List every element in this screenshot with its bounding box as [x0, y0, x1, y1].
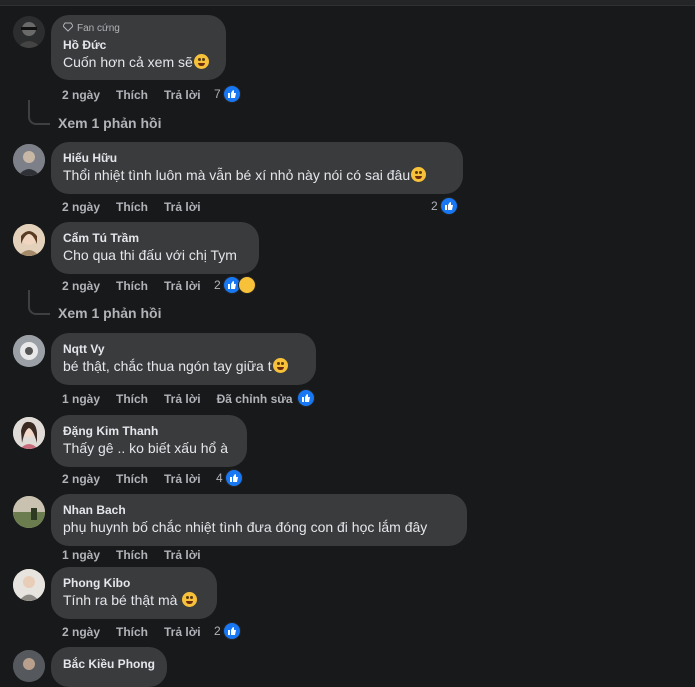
like-button[interactable]: Thích [116, 625, 148, 639]
comment-author[interactable]: Hiếu Hữu [63, 150, 451, 166]
avatar[interactable] [13, 417, 45, 449]
like-button[interactable]: Thích [116, 548, 148, 562]
reaction-count[interactable]: 7 [214, 85, 241, 103]
reaction-icons[interactable] [297, 389, 315, 407]
comment-bubble: Phong Kibo Tính ra bé thật mà [51, 567, 217, 619]
reaction-count[interactable]: 4 [216, 469, 243, 487]
thread-connector [28, 100, 50, 125]
like-reaction-icon [222, 85, 241, 103]
reply-button[interactable]: Trả lời [164, 548, 201, 562]
comment-bubble: Nhan Bach phụ huynh bố chắc nhiệt tình đ… [51, 494, 467, 546]
comment-author[interactable]: Hồ Đức [63, 37, 214, 53]
comment-actions: 1 ngày Thích Trả lời [62, 548, 217, 562]
comment-text: Thổi nhiệt tình luôn mà vẫn bé xí nhỏ nà… [63, 167, 411, 183]
timestamp[interactable]: 2 ngày [62, 472, 100, 486]
see-replies-link[interactable]: Xem 1 phản hồi [58, 305, 161, 321]
reply-button[interactable]: Trả lời [164, 472, 201, 486]
reply-button[interactable]: Trả lời [164, 200, 201, 214]
comment-author[interactable]: Nhan Bach [63, 502, 455, 518]
like-button[interactable]: Thích [116, 392, 148, 406]
avatar[interactable] [13, 496, 45, 528]
comment-author[interactable]: Đặng Kim Thanh [63, 423, 235, 439]
comment-actions: 2 ngày Thích Trả lời [62, 625, 217, 639]
comment-text: Cuốn hơn cả xem sẽ [63, 54, 193, 70]
comment-bubble: Hiếu Hữu Thổi nhiệt tình luôn mà vẫn bé … [51, 142, 463, 194]
like-button[interactable]: Thích [116, 200, 148, 214]
comment-actions: 2 ngày Thích Trả lời [62, 472, 217, 486]
comment-text: Cho qua thi đấu với chị Tym [63, 247, 237, 263]
comment-text: bé thật, chắc thua ngón tay giữa t [63, 358, 272, 374]
timestamp[interactable]: 1 ngày [62, 548, 100, 562]
comment-author[interactable]: Phong Kibo [63, 575, 205, 591]
comment-actions: 2 ngày Thích Trả lời [62, 200, 217, 214]
timestamp[interactable]: 2 ngày [62, 625, 100, 639]
top-divider [0, 0, 695, 6]
comment-bubble: Nqtt Vy bé thật, chắc thua ngón tay giữa… [51, 333, 316, 385]
comment-author[interactable]: Cẩm Tú Trầm [63, 230, 247, 246]
like-button[interactable]: Thích [116, 472, 148, 486]
edited-label: Đã chỉnh sửa [216, 392, 293, 406]
comment-actions: 2 ngày Thích Trả lời [62, 279, 217, 293]
crying-icon [272, 358, 288, 373]
like-reaction-icon [439, 197, 458, 215]
see-replies-link[interactable]: Xem 1 phản hồi [58, 115, 161, 131]
comment-author[interactable]: Bắc Kiều Phong [63, 656, 155, 672]
avatar[interactable] [13, 569, 45, 601]
like-button[interactable]: Thích [116, 88, 148, 102]
avatar[interactable] [13, 16, 45, 48]
avatar[interactable] [13, 144, 45, 176]
like-reaction-icon [224, 469, 243, 487]
reaction-count[interactable]: 2 [214, 622, 241, 640]
timestamp[interactable]: 2 ngày [62, 200, 100, 214]
reply-button[interactable]: Trả lời [164, 279, 201, 293]
avatar[interactable] [13, 335, 45, 367]
comment-bubble: Bắc Kiều Phong [51, 647, 167, 687]
reaction-count[interactable]: 2 [214, 276, 256, 294]
comment-author[interactable]: Nqtt Vy [63, 341, 304, 357]
grin-sweat-icon [193, 54, 209, 69]
like-reaction-icon [297, 389, 315, 407]
comment-text: Tính ra bé thật mà [63, 592, 178, 608]
reaction-count[interactable]: 2 [431, 197, 458, 215]
like-button[interactable]: Thích [116, 279, 148, 293]
rofl-icon [411, 167, 427, 182]
comment-text: phụ huynh bố chắc nhiệt tình đưa đóng co… [63, 519, 428, 535]
timestamp[interactable]: 1 ngày [62, 392, 100, 406]
comment-bubble: Fan cứng Hồ Đức Cuốn hơn cả xem sẽ [51, 15, 226, 80]
reply-button[interactable]: Trả lời [164, 625, 201, 639]
fan-badge: Fan cứng [62, 22, 214, 35]
comment-actions: 2 ngày Thích Trả lời [62, 88, 217, 102]
reply-button[interactable]: Trả lời [164, 88, 201, 102]
timestamp[interactable]: 2 ngày [62, 279, 100, 293]
comment-bubble: Đặng Kim Thanh Thấy gê .. ko biết xấu hổ… [51, 415, 247, 467]
haha-reaction-icon [237, 276, 256, 294]
thread-connector [28, 290, 50, 315]
comment-bubble: Cẩm Tú Trầm Cho qua thi đấu với chị Tym [51, 222, 259, 274]
comment-text: Thấy gê .. ko biết xấu hổ à [63, 440, 228, 456]
avatar[interactable] [13, 650, 45, 682]
like-reaction-icon [222, 622, 241, 640]
smirk-icon [182, 592, 198, 607]
comment-actions: 1 ngày Thích Trả lời Đã chỉnh sửa [62, 392, 309, 406]
avatar[interactable] [13, 224, 45, 256]
diamond-icon [62, 22, 74, 35]
timestamp[interactable]: 2 ngày [62, 88, 100, 102]
reply-button[interactable]: Trả lời [164, 392, 201, 406]
